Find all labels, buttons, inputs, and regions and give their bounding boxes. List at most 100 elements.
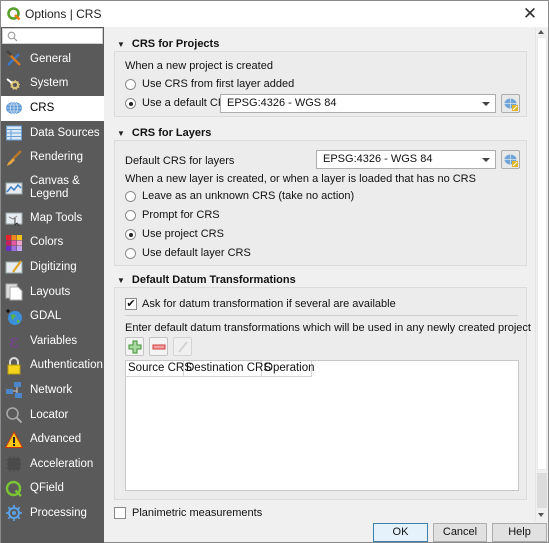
datum-transformations-table[interactable]: Source CRS Destination CRS Operation xyxy=(125,360,519,491)
scroll-down-arrow-icon[interactable] xyxy=(538,513,544,517)
sidebar-item-advanced[interactable]: Advanced xyxy=(1,427,104,452)
table-header: Source CRS Destination CRS Operation xyxy=(126,361,315,377)
cancel-button[interactable]: Cancel xyxy=(433,523,487,542)
remove-transformation-button[interactable] xyxy=(149,337,168,356)
sidebar-item-label: QField xyxy=(30,482,64,495)
scroll-up-arrow-icon[interactable] xyxy=(538,30,544,34)
ask-datum-checkbox[interactable]: ✔ xyxy=(125,298,137,310)
select-project-crs-button[interactable] xyxy=(501,94,520,113)
sidebar-item-acceleration[interactable]: Acceleration xyxy=(1,452,104,477)
sidebar-item-label: System xyxy=(30,77,69,90)
table-icon xyxy=(5,124,23,142)
sidebar-item-network[interactable]: Network xyxy=(1,378,104,403)
qfield-icon xyxy=(5,480,23,498)
sidebar-item-label: Data Sources xyxy=(30,126,100,139)
radio-use-default-layer-crs-label: Use default layer CRS xyxy=(142,247,251,259)
globe-icon xyxy=(5,99,23,117)
minus-icon xyxy=(152,344,165,349)
close-icon[interactable]: ✕ xyxy=(520,4,540,24)
map-tools-icon xyxy=(5,209,23,227)
sidebar-item-gdal[interactable]: GDAL xyxy=(1,304,104,329)
radio-leave-unknown-crs[interactable] xyxy=(125,191,136,202)
scrollbar-track[interactable] xyxy=(537,473,547,508)
select-layer-crs-button[interactable] xyxy=(501,150,520,169)
sidebar-item-system[interactable]: System xyxy=(1,72,104,97)
section-crs-layers-header[interactable]: ▼ CRS for Layers xyxy=(117,127,211,139)
layer-crs-combo[interactable]: EPSG:4326 - WGS 84 xyxy=(316,150,496,169)
radio-prompt-for-crs[interactable] xyxy=(125,210,136,221)
project-crs-combo[interactable]: EPSG:4326 - WGS 84 xyxy=(220,94,496,113)
title-bar: Options | CRS ✕ xyxy=(1,1,548,27)
radio-leave-unknown-crs-label: Leave as an unknown CRS (take no action) xyxy=(142,190,355,202)
project-crs-value: EPSG:4326 - WGS 84 xyxy=(227,97,337,109)
edit-transformation-button[interactable] xyxy=(173,337,192,356)
planimetric-checkbox[interactable] xyxy=(114,507,126,519)
section-title: Default Datum Transformations xyxy=(131,274,296,286)
crs-select-icon xyxy=(504,154,518,167)
vertical-scrollbar[interactable] xyxy=(535,27,548,521)
default-layer-crs-label: Default CRS for layers xyxy=(125,155,235,167)
sidebar-item-digitizing[interactable]: Digitizing xyxy=(1,255,104,280)
sidebar-item-label: Map Tools xyxy=(30,211,83,224)
sidebar-item-general[interactable]: General xyxy=(1,47,104,72)
sidebar-item-qfield[interactable]: QField xyxy=(1,477,104,502)
layer-crs-value: EPSG:4326 - WGS 84 xyxy=(323,153,433,165)
new-layer-prompt: When a new layer is created, or when a l… xyxy=(125,173,476,185)
crs-projects-group: When a new project is created Use CRS fr… xyxy=(114,51,527,117)
sidebar-item-locator[interactable]: Locator xyxy=(1,403,104,428)
section-datum-header[interactable]: ▼ Default Datum Transformations xyxy=(117,274,296,286)
sidebar-item-variables[interactable]: ε Variables xyxy=(1,329,104,354)
processing-gear-icon xyxy=(5,504,23,522)
radio-first-layer-crs[interactable] xyxy=(125,79,136,90)
add-transformation-button[interactable] xyxy=(125,337,144,356)
digitizing-icon xyxy=(5,258,23,276)
help-button[interactable]: Help xyxy=(492,523,547,542)
crs-layers-group: Default CRS for layers EPSG:4326 - WGS 8… xyxy=(114,140,527,266)
collapse-triangle-icon: ▼ xyxy=(117,128,125,138)
sidebar-item-label: General xyxy=(30,52,71,65)
color-grid-icon xyxy=(5,234,23,252)
sidebar-item-crs[interactable]: CRS xyxy=(1,96,104,121)
system-gear-icon xyxy=(5,75,23,93)
column-header-operation[interactable]: Operation xyxy=(262,361,315,377)
search-icon xyxy=(7,31,18,42)
chip-icon xyxy=(5,455,23,473)
sidebar-item-authentication[interactable]: Authentication xyxy=(1,354,104,379)
sidebar-item-label: GDAL xyxy=(30,310,62,323)
column-header-source-crs[interactable]: Source CRS xyxy=(126,361,192,377)
scrollbar-thumb[interactable] xyxy=(537,37,547,470)
datum-instructions: Enter default datum transformations whic… xyxy=(125,322,531,334)
section-title: CRS for Layers xyxy=(131,127,212,139)
sidebar-item-label: Authentication xyxy=(30,359,103,372)
sidebar-item-label: Locator xyxy=(30,408,69,421)
gdal-globe-icon xyxy=(5,308,23,326)
radio-use-project-crs[interactable] xyxy=(125,229,136,240)
sidebar-item-colors[interactable]: Colors xyxy=(1,231,104,256)
sidebar-item-processing[interactable]: Processing xyxy=(1,501,104,526)
sidebar-item-label: Layouts xyxy=(30,285,71,298)
section-crs-projects-header[interactable]: ▼ CRS for Projects xyxy=(117,38,219,50)
sidebar-item-map-tools[interactable]: Map Tools xyxy=(1,206,104,231)
sidebar-nav: General System CRS Data Sources Renderin… xyxy=(1,47,104,526)
sidebar-item-canvas-legend[interactable]: Canvas & Legend xyxy=(1,170,104,206)
radio-use-default-layer-crs[interactable] xyxy=(125,248,136,259)
plus-icon xyxy=(128,340,141,353)
pencil-icon xyxy=(177,340,188,353)
sidebar-item-label: CRS xyxy=(30,101,55,114)
sidebar-item-label: Advanced xyxy=(30,433,82,446)
layouts-icon xyxy=(5,283,23,301)
magnifier-icon xyxy=(5,406,23,424)
collapse-triangle-icon: ▼ xyxy=(117,275,125,285)
sidebar-item-rendering[interactable]: Rendering xyxy=(1,145,104,170)
section-title: CRS for Projects xyxy=(131,38,220,50)
radio-default-crs[interactable] xyxy=(125,98,136,109)
sidebar-item-layouts[interactable]: Layouts xyxy=(1,280,104,305)
sidebar-item-label: Variables xyxy=(30,334,78,347)
sidebar-search-input[interactable] xyxy=(2,28,103,44)
sidebar-item-label: Rendering xyxy=(30,151,84,164)
column-header-destination-crs[interactable]: Destination CRS xyxy=(184,361,271,377)
sidebar-item-data-sources[interactable]: Data Sources xyxy=(1,121,104,146)
ok-button[interactable]: OK xyxy=(373,523,428,542)
new-project-prompt: When a new project is created xyxy=(125,60,273,72)
divider xyxy=(125,315,518,316)
